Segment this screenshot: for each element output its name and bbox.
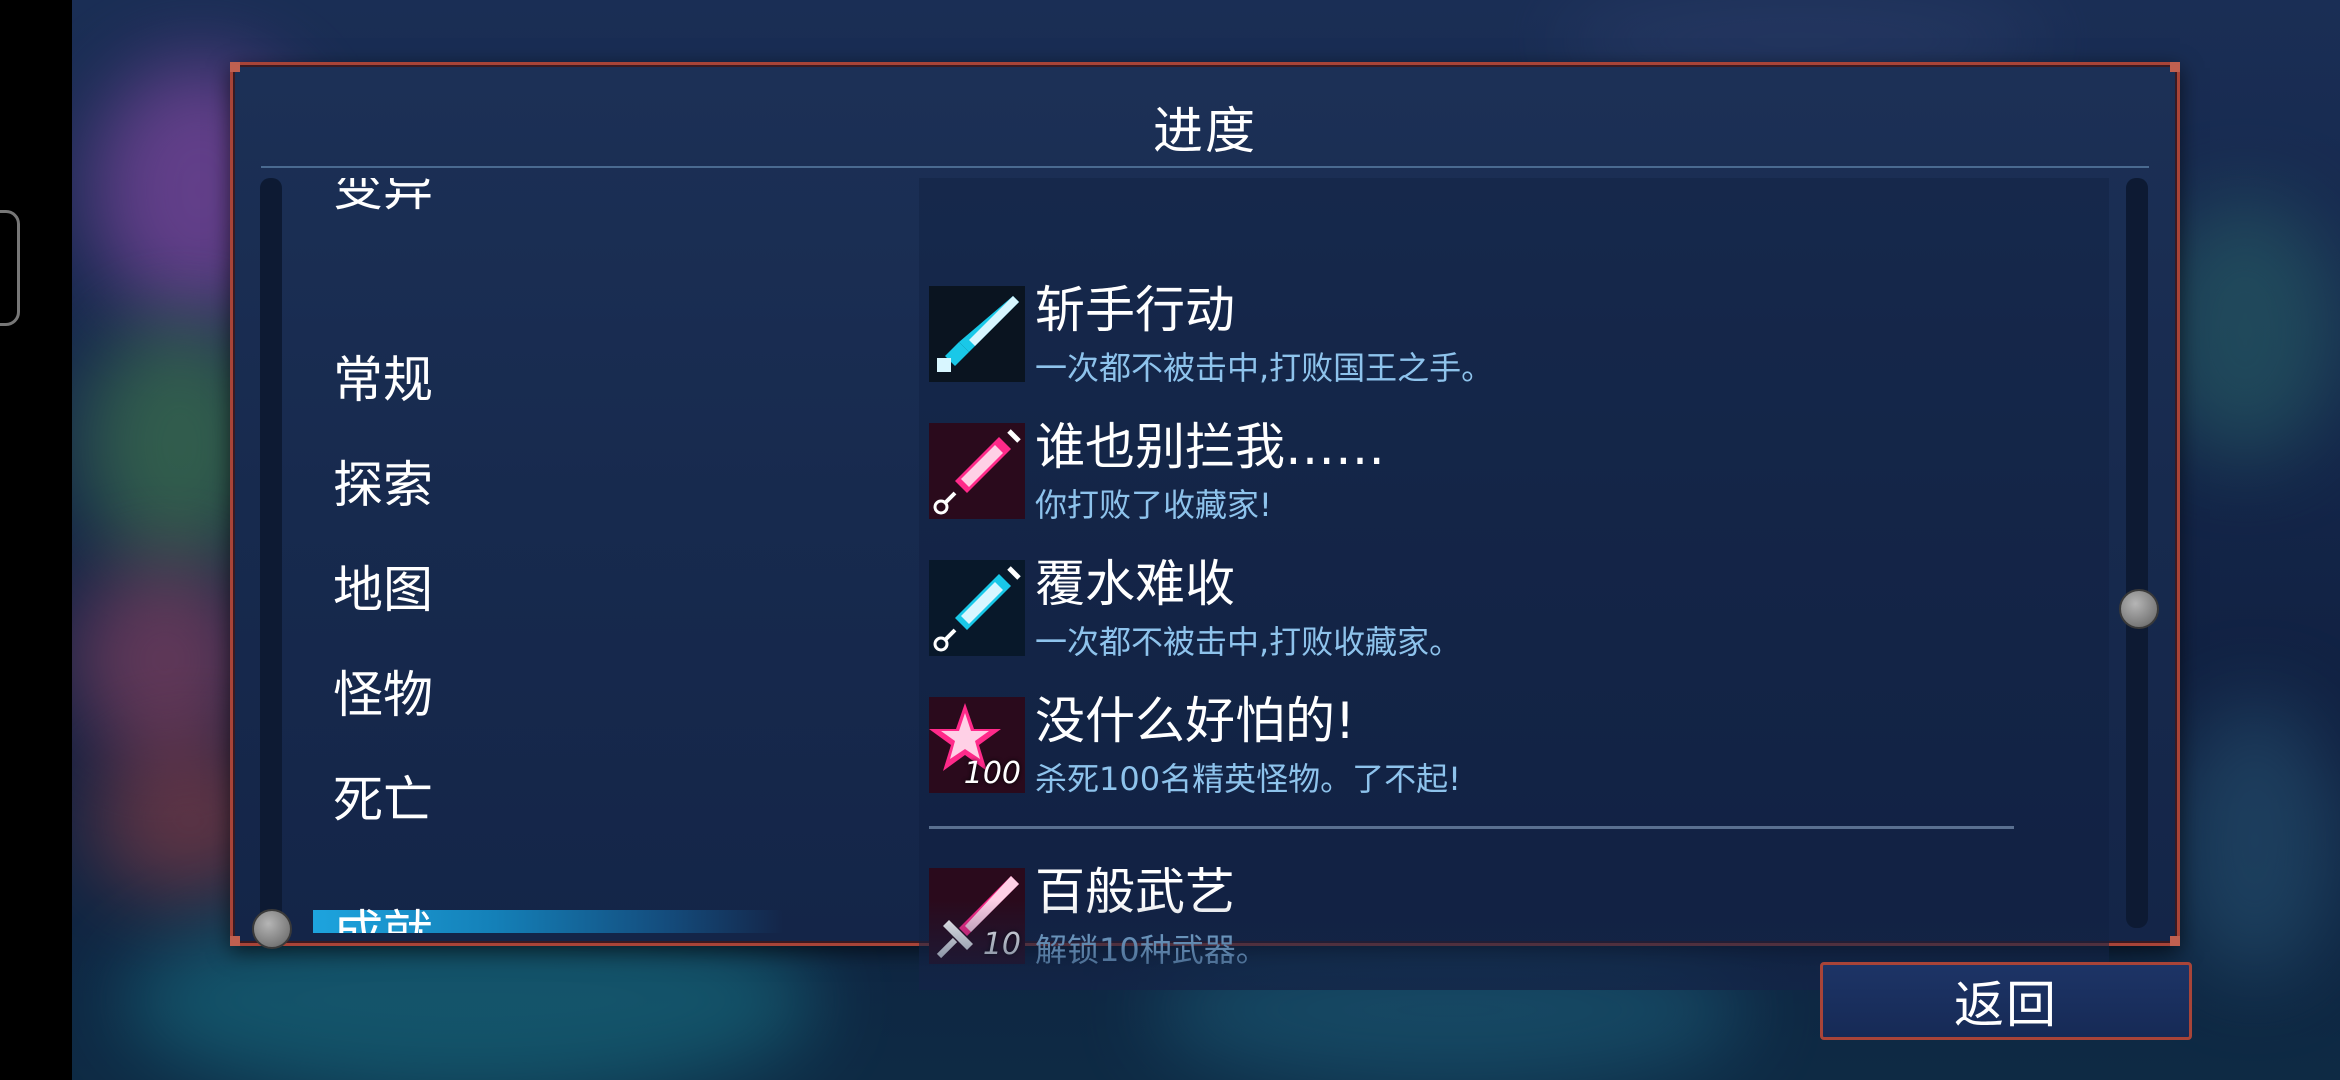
achievement-scroll-knob[interactable] <box>2119 589 2159 629</box>
category-map[interactable]: 地图 <box>333 560 433 620</box>
achievement-description: 杀死100名精英怪物。了不起! <box>1035 760 1461 798</box>
category-mutations[interactable]: 变异 <box>333 178 433 218</box>
achievement-badge: 10 <box>982 927 1021 962</box>
list-divider <box>929 826 2014 829</box>
achievement-title: 谁也别拦我…… <box>1035 418 1385 476</box>
achievement-item[interactable]: 谁也别拦我…… 你打败了收藏家! <box>929 418 2029 533</box>
star-icon: 100 <box>929 697 1025 793</box>
title-divider <box>261 166 2149 168</box>
achievement-description: 一次都不被击中,打败国王之手。 <box>1035 349 1494 387</box>
achievement-item[interactable]: 斩手行动 一次都不被击中,打败国王之手。 <box>929 281 2029 396</box>
achievement-title: 没什么好怕的! <box>1035 692 1356 750</box>
achievement-scrollbar[interactable] <box>2126 178 2148 928</box>
category-exploration[interactable]: 探索 <box>333 455 433 515</box>
achievement-description: 你打败了收藏家! <box>1035 486 1272 524</box>
category-list: 变异 常规 探索 地图 怪物 死亡 成就 <box>313 178 833 933</box>
panel-title: 进度 <box>1153 102 1257 160</box>
back-button[interactable]: 返回 <box>1820 962 2192 1040</box>
screen-edge <box>0 0 72 1080</box>
achievement-item[interactable]: 100 没什么好怕的! 杀死100名精英怪物。了不起! <box>929 692 2029 807</box>
category-achievements[interactable]: 成就 <box>333 904 433 933</box>
achievement-title: 斩手行动 <box>1035 281 1235 339</box>
category-monsters[interactable]: 怪物 <box>333 665 433 725</box>
category-deaths[interactable]: 死亡 <box>333 770 433 830</box>
sword-blade-icon <box>929 286 1025 382</box>
achievement-item[interactable]: 覆水难收 一次都不被击中,打败收藏家。 <box>929 555 2029 670</box>
achievement-title: 百般武艺 <box>1035 863 1235 921</box>
achievement-badge: 100 <box>963 756 1021 791</box>
achievement-list[interactable]: 斩手行动 一次都不被击中,打败国王之手。 谁也别拦我…… 你打败了收藏家! 覆水… <box>919 178 2109 990</box>
achievement-description: 一次都不被击中,打败收藏家。 <box>1035 623 1462 661</box>
syringe-icon <box>929 423 1025 519</box>
category-scrollbar[interactable] <box>260 178 282 928</box>
achievement-description: 解锁10种武器。 <box>1035 931 1268 969</box>
sword-icon: 10 <box>929 868 1025 964</box>
camera-notch <box>0 210 20 326</box>
syringe-icon <box>929 560 1025 656</box>
category-general[interactable]: 常规 <box>333 350 433 410</box>
progress-panel: 进度 变异 常规 探索 地图 怪物 死亡 成就 斩手行动 一次都不被击中, <box>230 62 2180 990</box>
achievement-title: 覆水难收 <box>1035 555 1235 613</box>
category-scroll-knob[interactable] <box>252 909 292 949</box>
